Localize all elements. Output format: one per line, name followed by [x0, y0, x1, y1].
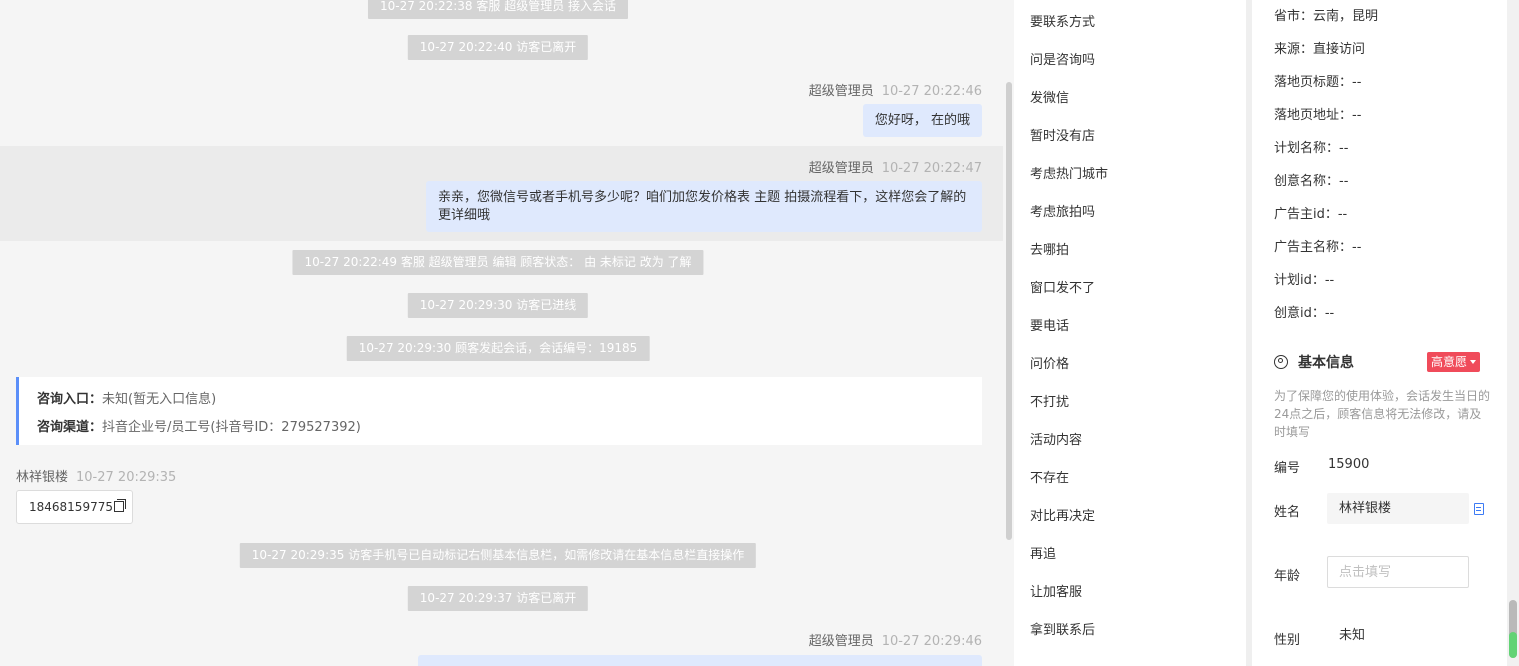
quick-reply-item[interactable]: 暂时没有店	[1030, 125, 1095, 144]
quick-reply-item[interactable]: 考虑热门城市	[1030, 163, 1108, 182]
scroll-indicator	[1509, 632, 1517, 658]
intent-label: 高意愿	[1431, 355, 1468, 369]
quick-reply-item[interactable]: 问是咨询吗	[1030, 49, 1095, 68]
quick-reply-item[interactable]: 要电话	[1030, 315, 1069, 334]
age-label: 年龄	[1274, 569, 1301, 584]
quick-reply-item[interactable]: 不存在	[1030, 467, 1069, 486]
name-label: 姓名	[1274, 505, 1301, 520]
consult-entry-card: 咨询入口：未知(暂无入口信息) 咨询渠道：抖音企业号/员工号(抖音号ID：279…	[16, 377, 982, 445]
chat-scrollbar-thumb[interactable]	[1006, 82, 1012, 540]
info-scrollbar-track[interactable]	[1507, 0, 1519, 666]
visitor-name: 林祥银楼	[16, 470, 69, 485]
basic-info-header: 基本信息	[1274, 352, 1354, 372]
quick-reply-item[interactable]: 考虑旅拍吗	[1030, 201, 1095, 220]
age-input[interactable]	[1327, 556, 1469, 588]
info-field-plan-id: 计划id：--	[1274, 273, 1335, 288]
quick-reply-item[interactable]: 问价格	[1030, 353, 1069, 372]
intent-status-dropdown[interactable]: 高意愿	[1427, 352, 1481, 372]
info-field-province: 省市：云南，昆明	[1274, 9, 1379, 24]
user-circle-icon	[1274, 355, 1288, 369]
message-meta: 超级管理员 10-27 20:22:47	[809, 157, 982, 176]
info-field-landing-url: 落地页地址：--	[1274, 108, 1362, 123]
quick-reply-item[interactable]: 对比再决定	[1030, 505, 1095, 524]
message-meta: 超级管理员 10-27 20:22:46	[809, 80, 982, 99]
channel-label: 咨询渠道：	[37, 420, 103, 435]
channel-value: 抖音企业号/员工号(抖音号ID：279527392)	[102, 420, 361, 435]
id-label: 编号	[1274, 461, 1301, 476]
document-icon[interactable]	[1474, 503, 1484, 515]
visitor-phone-bubble[interactable]: 18468159775	[16, 490, 133, 524]
system-message: 10-27 20:22:40 访客已离开	[407, 35, 589, 60]
quick-reply-item[interactable]: 再追	[1030, 543, 1056, 562]
info-field-creative-name: 创意名称：--	[1274, 174, 1349, 189]
quick-reply-item[interactable]: 去哪拍	[1030, 239, 1069, 258]
quick-reply-item[interactable]: 活动内容	[1030, 429, 1082, 448]
system-message: 10-27 20:29:37 访客已离开	[407, 586, 589, 611]
system-message: 10-27 20:22:49 客服 超级管理员 编辑 顾客状态： 由 未标记 改…	[292, 250, 704, 275]
message-meta: 林祥银楼 10-27 20:29:35	[16, 466, 176, 485]
entry-label: 咨询入口：	[37, 392, 103, 407]
message-time: 10-27 20:29:46	[881, 634, 982, 649]
section-title: 基本信息	[1298, 355, 1354, 371]
phone-number: 18468159775	[29, 500, 113, 514]
message-time: 10-27 20:29:35	[76, 470, 177, 485]
info-field-creative-id: 创意id：--	[1274, 306, 1335, 321]
sender-name: 超级管理员	[808, 84, 874, 99]
quick-reply-item[interactable]: 让加客服	[1030, 581, 1082, 600]
caret-down-icon	[1470, 360, 1477, 364]
sender-name: 超级管理员	[808, 161, 874, 176]
info-field-plan-name: 计划名称：--	[1274, 141, 1349, 156]
quick-reply-item[interactable]: 要联系方式	[1030, 11, 1095, 30]
name-field[interactable]: 林祥银楼	[1327, 493, 1469, 524]
gender-field[interactable]: 未知	[1327, 620, 1469, 651]
copy-icon[interactable]	[113, 499, 126, 512]
quick-reply-item[interactable]: 不打扰	[1030, 391, 1069, 410]
info-field-advertiser-id: 广告主id：--	[1274, 207, 1348, 222]
id-value: 15900	[1328, 457, 1370, 472]
quick-reply-item[interactable]: 拿到联系后	[1030, 619, 1095, 638]
info-field-source: 来源：直接访问	[1274, 42, 1366, 57]
system-message: 10-27 20:29:30 顾客发起会话，会话编号：19185	[346, 336, 650, 361]
agent-message-bubble[interactable]: 亲亲，您微信号或者手机号多少呢？咱们加您发价格表 主题 拍摄流程看下，这样您会了…	[426, 181, 982, 232]
quick-reply-item[interactable]: 窗口发不了	[1030, 277, 1095, 296]
system-message: 10-27 20:22:38 客服 超级管理员 接入会话	[367, 0, 629, 19]
system-message: 10-27 20:29:30 访客已进线	[407, 293, 589, 318]
entry-value: 未知(暂无入口信息)	[102, 392, 217, 407]
customer-info-panel: 省市：云南，昆明 来源：直接访问 落地页标题：-- 落地页地址：-- 计划名称：…	[1252, 0, 1507, 666]
agent-message-bubble[interactable]	[418, 655, 982, 666]
edit-notice: 为了保障您的使用体验，会话发生当日的24点之后，顾客信息将无法修改，请及时填写	[1274, 389, 1491, 439]
message-time: 10-27 20:22:47	[881, 161, 982, 176]
message-time: 10-27 20:22:46	[881, 84, 982, 99]
quick-reply-item[interactable]: 发微信	[1030, 87, 1069, 106]
message-meta: 超级管理员 10-27 20:29:46	[809, 630, 982, 649]
system-message: 10-27 20:29:35 访客手机号已自动标记右侧基本信息栏，如需修改请在基…	[239, 543, 757, 568]
quick-reply-list: 要联系方式 问是咨询吗 发微信 暂时没有店 考虑热门城市 考虑旅拍吗 去哪拍 窗…	[1014, 0, 1246, 666]
sender-name: 超级管理员	[808, 634, 874, 649]
info-field-landing-title: 落地页标题：--	[1274, 75, 1362, 90]
agent-message-bubble[interactable]: 您好呀， 在的哦	[862, 104, 982, 137]
channel-line: 咨询渠道：抖音企业号/员工号(抖音号ID：279527392)	[37, 416, 361, 435]
info-field-advertiser-name: 广告主名称：--	[1274, 240, 1362, 255]
entry-line: 咨询入口：未知(暂无入口信息)	[37, 388, 216, 407]
gender-label: 性别	[1274, 633, 1301, 648]
chat-panel[interactable]: 10-27 20:22:38 客服 超级管理员 接入会话 10-27 20:22…	[0, 0, 1003, 666]
